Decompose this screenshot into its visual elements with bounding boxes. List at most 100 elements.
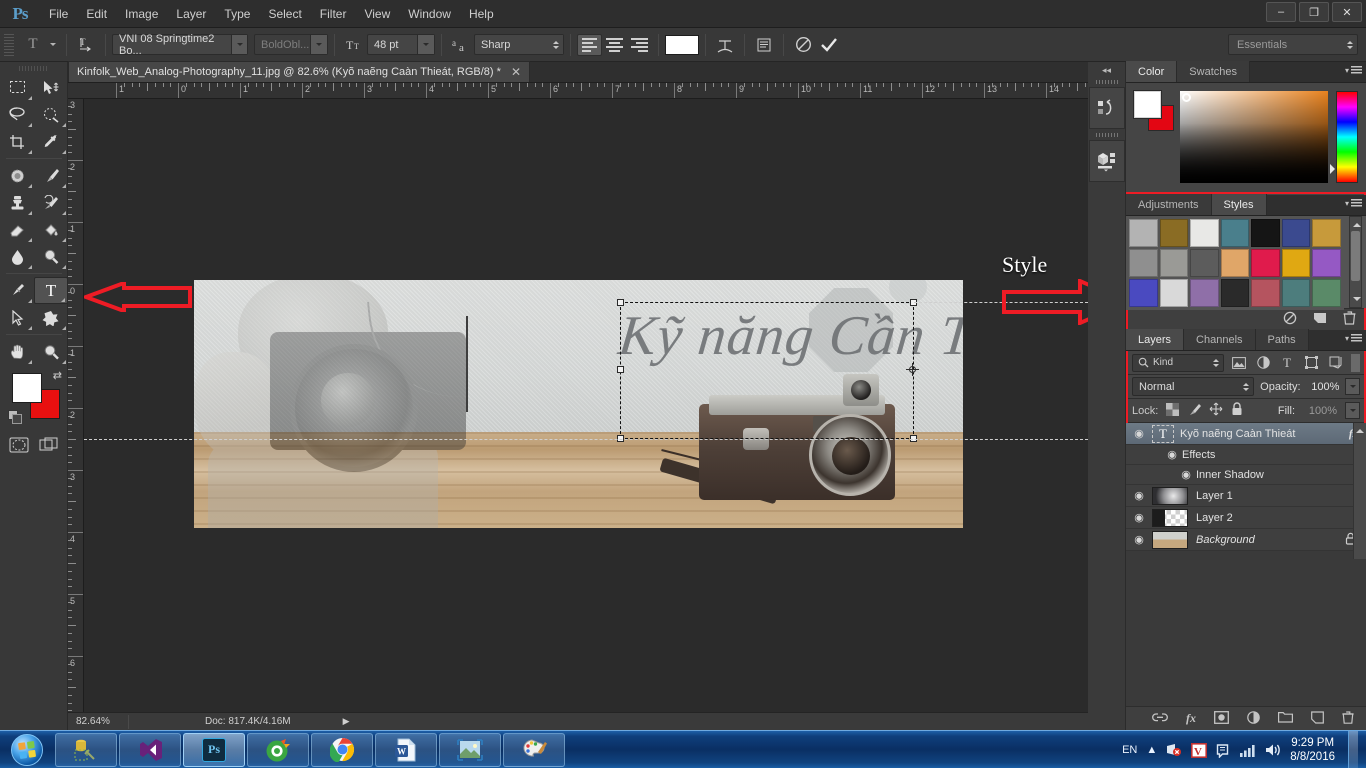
delete-layer-icon[interactable]	[1342, 710, 1354, 727]
font-family-select[interactable]: VNI 08 Springtime2 Bo...	[112, 33, 248, 57]
tab-swatches[interactable]: Swatches	[1177, 61, 1250, 82]
panel-menu-icon[interactable]: ▾	[1345, 199, 1362, 208]
show-hidden-icons-icon[interactable]: ▲	[1146, 744, 1157, 756]
close-button[interactable]: ✕	[1332, 2, 1362, 22]
layer-name[interactable]: Kyõ naẽng Caàn Thieát	[1180, 428, 1295, 440]
dock-grip[interactable]	[1088, 131, 1125, 138]
table-row[interactable]: ◉ Layer 2	[1126, 507, 1366, 529]
inner-shadow-visibility-eye-icon[interactable]: ◉	[1176, 468, 1196, 481]
hue-slider[interactable]	[1330, 91, 1358, 183]
options-bar-grip[interactable]	[4, 33, 14, 56]
text-bounding-box[interactable]	[620, 302, 914, 439]
style-swatch-0[interactable]	[1129, 219, 1158, 247]
mini-bridge-panel-icon[interactable]	[1089, 140, 1125, 182]
layer-name[interactable]: Background	[1196, 534, 1255, 546]
signal-icon[interactable]	[1240, 744, 1256, 757]
taskbar-item-paint[interactable]	[503, 732, 565, 767]
commit-edit-icon[interactable]	[816, 33, 842, 57]
paint-bucket-tool[interactable]	[34, 216, 68, 243]
start-orb[interactable]	[0, 731, 54, 768]
dodge-tool[interactable]	[34, 243, 68, 270]
menu-filter[interactable]: Filter	[311, 3, 356, 25]
style-swatch-8[interactable]	[1159, 249, 1189, 277]
history-brush-tool[interactable]	[34, 189, 68, 216]
style-swatch-9[interactable]	[1190, 249, 1219, 277]
taskbar-item-camtasia[interactable]	[247, 732, 309, 767]
layer-visibility-eye-icon[interactable]: ◉	[1126, 427, 1152, 440]
new-group-icon[interactable]	[1278, 711, 1293, 726]
type-layer-thumbnail[interactable]: T	[1152, 424, 1174, 443]
table-row[interactable]: ◉ T Kyõ naẽng Caàn Thieát fx	[1126, 423, 1366, 445]
scroll-up-icon[interactable]	[1356, 425, 1364, 433]
style-swatch-16[interactable]	[1190, 279, 1219, 307]
style-swatch-12[interactable]	[1281, 249, 1311, 277]
lasso-tool[interactable]	[0, 101, 34, 128]
bbox-handle-top-left[interactable]	[617, 299, 624, 306]
bbox-handle-middle-left[interactable]	[617, 366, 624, 373]
panel-menu-icon[interactable]: ▾	[1345, 66, 1362, 75]
font-style-chevron-down-icon[interactable]	[310, 35, 327, 54]
panel-menu-icon[interactable]: ▾	[1345, 334, 1362, 343]
rectangular-marquee-tool[interactable]	[0, 74, 34, 101]
style-swatch-15[interactable]	[1159, 279, 1189, 307]
layer-visibility-eye-icon[interactable]: ◉	[1126, 489, 1152, 502]
text-color-swatch[interactable]	[665, 34, 699, 55]
style-swatch-7[interactable]	[1129, 249, 1158, 277]
tab-adjustments[interactable]: Adjustments	[1126, 194, 1212, 215]
menu-view[interactable]: View	[355, 3, 399, 25]
table-row[interactable]: ◉ Background	[1126, 529, 1366, 551]
menu-image[interactable]: Image	[116, 3, 167, 25]
style-swatch-2[interactable]	[1190, 219, 1219, 247]
zoom-level[interactable]: 82.64%	[68, 716, 128, 727]
new-layer-icon[interactable]	[1311, 710, 1324, 727]
tab-styles[interactable]: Styles	[1211, 194, 1267, 215]
taskbar-item-chrome[interactable]	[311, 732, 373, 767]
layer-thumbnail[interactable]	[1152, 486, 1188, 505]
font-style-select[interactable]: BoldObl...	[254, 34, 328, 55]
menu-type[interactable]: Type	[215, 3, 259, 25]
swap-colors-icon[interactable]: ⇄	[53, 369, 62, 382]
status-menu-arrow-icon[interactable]: ▶	[343, 716, 350, 727]
menu-file[interactable]: File	[40, 3, 77, 25]
taskbar-item-visual-studio[interactable]	[119, 732, 181, 767]
layer-thumbnail[interactable]	[1152, 530, 1188, 549]
path-selection-tool[interactable]	[0, 304, 34, 331]
foreground-color-chip[interactable]	[12, 373, 42, 403]
screen-mode-icon[interactable]	[39, 437, 59, 456]
quick-selection-tool[interactable]	[34, 101, 68, 128]
layer-visibility-eye-icon[interactable]: ◉	[1126, 533, 1152, 546]
horizontal-type-tool[interactable]: T	[34, 277, 68, 304]
layer-name[interactable]: Layer 1	[1196, 490, 1233, 502]
taskbar-clock[interactable]: 9:29 PM 8/8/2016	[1290, 736, 1335, 764]
taskbar-item-word[interactable]: W	[375, 732, 437, 767]
text-orientation-icon[interactable]: T	[73, 33, 99, 57]
crop-tool[interactable]	[0, 128, 34, 155]
align-left-button[interactable]	[577, 33, 602, 56]
add-layer-mask-icon[interactable]	[1214, 710, 1229, 727]
style-swatch-5[interactable]	[1281, 219, 1311, 247]
quick-mask-icon[interactable]	[9, 437, 29, 456]
style-swatch-grid[interactable]	[1126, 216, 1344, 310]
tab-layers[interactable]: Layers	[1126, 329, 1185, 350]
style-swatch-6[interactable]	[1312, 219, 1341, 247]
style-swatch-3[interactable]	[1220, 219, 1250, 247]
char-paragraph-panels-icon[interactable]	[751, 33, 777, 57]
taskbar-item-sql-tools[interactable]	[55, 732, 117, 767]
menu-help[interactable]: Help	[460, 3, 503, 25]
hand-tool[interactable]	[0, 338, 34, 365]
collapse-panels-icon[interactable]: ◂◂	[1088, 62, 1125, 78]
style-swatch-18[interactable]	[1251, 279, 1280, 307]
document-tab[interactable]: Kinfolk_Web_Analog-Photography_11.jpg @ …	[68, 61, 530, 82]
brush-tool[interactable]	[34, 162, 68, 189]
minimize-button[interactable]: –	[1266, 2, 1296, 22]
language-indicator[interactable]: EN	[1122, 744, 1137, 756]
font-family-chevron-down-icon[interactable]	[231, 35, 247, 54]
layers-scrollbar[interactable]	[1353, 423, 1366, 559]
clone-stamp-tool[interactable]	[0, 189, 34, 216]
menu-window[interactable]: Window	[399, 3, 460, 25]
new-adjustment-layer-icon[interactable]	[1247, 710, 1260, 727]
add-layer-style-icon[interactable]: fx	[1186, 711, 1196, 726]
pen-tool[interactable]	[0, 277, 34, 304]
layer-name[interactable]: Layer 2	[1196, 512, 1233, 524]
antivirus-icon[interactable]: V	[1191, 742, 1208, 758]
